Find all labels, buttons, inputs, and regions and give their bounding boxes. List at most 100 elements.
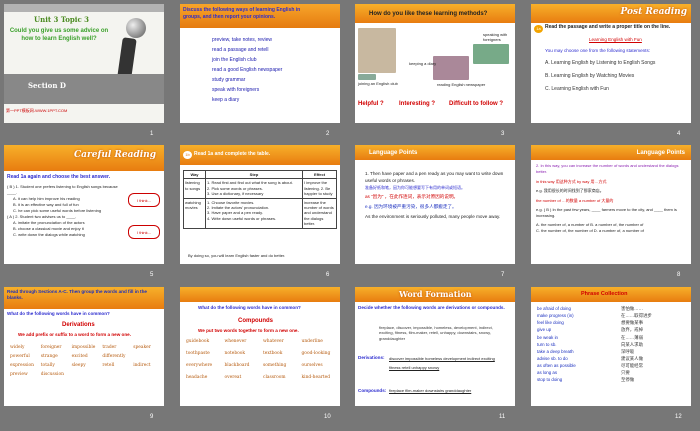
word: preview	[10, 371, 28, 377]
method-item: study grammar	[212, 76, 246, 83]
footer-text: 第一PPT模板网-WWW.1PPT.COM	[6, 108, 68, 113]
phrase-en: advise sb. to do	[537, 355, 568, 361]
option-line: C. write down the dialogs while watching	[13, 232, 85, 237]
slide-5-thumbnail[interactable]: Careful Reading Read 1a again and choose…	[4, 145, 164, 264]
col-header: Way	[183, 169, 206, 180]
question-interesting: Interesting ?	[399, 101, 436, 107]
phrase-en: stop to doing	[537, 377, 563, 383]
answer-line: Learning English with Fun	[589, 37, 642, 42]
phrase-en: take a deep breath	[537, 348, 574, 354]
club-photo	[358, 74, 376, 80]
section-title: Derivations	[62, 322, 95, 328]
phrase-en: feel like doing	[537, 320, 564, 326]
method-label: speaking with foreigners	[483, 32, 508, 43]
derivations-answer: discover impossible homeless development…	[389, 356, 495, 370]
example-line: e.g. 因为环境被严重污染，很多人都搬走了。	[365, 203, 457, 209]
rule-text: We add prefix or suffix to a word to for…	[18, 332, 131, 337]
word: textbook	[263, 350, 283, 356]
slide-number: 11	[499, 414, 506, 420]
phrase-cn: 在……取得进步	[621, 313, 652, 319]
slide-1-thumbnail[interactable]: Unit 3 Topic 3 Could you give us some ad…	[4, 4, 164, 123]
effect-cell: I improve the listening. 2. Be happier t…	[302, 178, 337, 199]
word: toothpaste	[186, 350, 210, 356]
phrase-cn: 建议某人做	[621, 355, 643, 361]
slide-intro: Decide whether the following words are d…	[358, 305, 505, 310]
word: impossible	[71, 345, 96, 350]
phrase-en: give up	[537, 327, 552, 333]
thought-bubble: I think...	[128, 193, 160, 207]
slide-11-thumbnail[interactable]: Word Formation Decide whether the follow…	[355, 287, 515, 406]
phrase-cn: 至停做	[621, 377, 635, 383]
slide-number: 12	[675, 414, 682, 420]
slide-10-thumbnail[interactable]: What do the following words have in comm…	[180, 287, 340, 406]
task-heading: Read 1a again and choose the best answer…	[7, 174, 111, 180]
slide-number: 7	[501, 272, 505, 278]
col-header: Effect	[302, 169, 337, 180]
question-line: What do the following words have in comm…	[7, 311, 110, 316]
badge-1a: 1a	[534, 25, 543, 33]
way-cell: listening to songs	[183, 178, 206, 199]
phrase-cn: 想要做某事	[621, 320, 643, 326]
slide-3-thumbnail[interactable]: How do you like these learning methods? …	[355, 4, 515, 123]
slide-8-thumbnail[interactable]: Language Points 2. In this way, you can …	[531, 145, 691, 264]
word: powerful	[10, 353, 30, 359]
example-line: As the environment is seriously polluted…	[365, 213, 501, 219]
phrase-cn: 向某人求助	[621, 341, 643, 347]
way-cell: watching movies	[183, 197, 206, 229]
word: strange	[40, 353, 58, 359]
slide-12-thumbnail[interactable]: Phrase Collection be afraid of doing make…	[531, 287, 691, 406]
word: trader	[102, 345, 117, 350]
slide-title: Language Points	[636, 150, 685, 156]
badge-1b: 1b	[183, 151, 192, 159]
task-heading: Read 1a and complete the table.	[194, 151, 271, 157]
phrase-en: as often as possible	[537, 363, 576, 368]
method-item: read a passage and retell	[212, 46, 269, 53]
method-label: reading English newspaper	[437, 82, 486, 87]
diary-photo	[358, 28, 396, 73]
step-line: 4. Write down useful words or phrases.	[207, 215, 277, 221]
newspaper-photo	[433, 56, 469, 80]
word: overeat	[224, 374, 242, 380]
method-item: join the English club	[212, 56, 257, 63]
question-text: Could you give us some advice on how to …	[9, 28, 109, 42]
slide-6-thumbnail[interactable]: 1b Read 1a and complete the table. Way S…	[180, 145, 340, 264]
slide-number: 4	[677, 131, 681, 137]
section-title: Compounds	[238, 318, 273, 324]
word: retell	[102, 362, 115, 368]
foreigners-photo	[473, 44, 509, 64]
step-line: 1. Read first and find out what the song…	[207, 180, 293, 186]
word: classroom	[263, 374, 286, 380]
phrase-en: make progress (in)	[537, 313, 574, 319]
phrase-cn: 在……薄弱	[621, 334, 643, 340]
method-item: read a good English newspaper	[212, 66, 283, 73]
translation: 准备好纸和笔，因为你可能想要写下有用的单词或短语。	[365, 184, 465, 190]
word: headache	[186, 374, 208, 380]
slide-intro: Discuss the following ways of learning E…	[183, 7, 301, 20]
word: excited	[71, 353, 88, 359]
effect-cell: increase the number of words and underst…	[302, 197, 337, 229]
slide-2-thumbnail[interactable]: Discuss the following ways of learning E…	[180, 4, 340, 123]
compounds-answer: fireplace film-maker downstairs granddau…	[389, 388, 472, 393]
word: blackboard	[224, 362, 250, 368]
slide-title: Phrase Collection	[581, 291, 628, 297]
word: everywhere	[186, 362, 213, 368]
method-item: speak with foreigners	[212, 86, 260, 93]
slide-number: 3	[501, 131, 505, 137]
word-list: fireplace, discover, impossible, homeles…	[379, 325, 493, 341]
rule-text: We put two words together to form a new …	[198, 328, 299, 333]
word: whatever	[263, 339, 284, 344]
word: ourselves	[301, 362, 323, 368]
method-item: keep a diary	[212, 96, 240, 103]
slide-9-thumbnail[interactable]: Read through Sections A-C. Then group th…	[4, 287, 164, 406]
word: notebook	[224, 350, 246, 356]
word: speaker	[133, 345, 151, 350]
word: discussion	[40, 371, 64, 377]
slide-7-thumbnail[interactable]: Language Points 1. Then have paper and a…	[355, 145, 515, 264]
compounds-label: Compounds:	[358, 388, 387, 393]
sentence: 1. Then have paper and a pen ready as yo…	[365, 171, 504, 183]
table-footer: By doing so, you will learn English fast…	[188, 253, 286, 258]
slide-4-thumbnail[interactable]: Post Reading 1a Read the passage and wri…	[531, 4, 691, 123]
slide-number: 8	[677, 272, 681, 278]
banner-title: Careful Reading	[74, 150, 157, 160]
method-label: joining an English club	[358, 81, 398, 86]
